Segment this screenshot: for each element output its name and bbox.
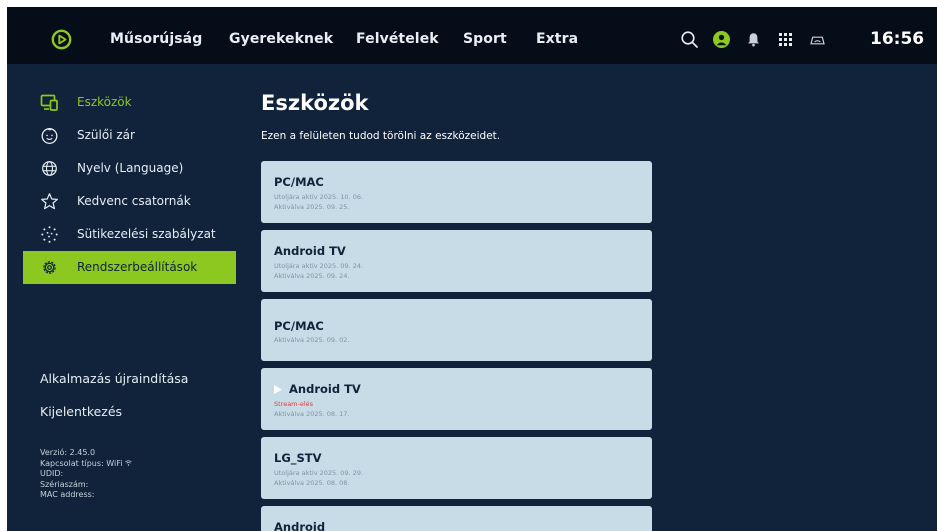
top-navigation-bar: Műsorújság Gyerekeknek Felvételek Sport … xyxy=(7,7,937,64)
nav-item-extra[interactable]: Extra xyxy=(536,31,578,47)
device-card[interactable]: Android TV Utoljára aktív 2025. 09. 24. … xyxy=(261,230,652,292)
globe-icon xyxy=(42,161,57,176)
device-activated: Aktiválva 2025. 09. 24. xyxy=(274,272,350,280)
device-name: PC/MAC xyxy=(274,175,324,189)
sidebar-item-label: Eszközök xyxy=(77,95,132,109)
nav-item-sport[interactable]: Sport xyxy=(463,31,507,47)
device-card[interactable]: PC/MAC Utoljára aktív 2025. 10. 06. Akti… xyxy=(261,161,652,223)
star-icon xyxy=(41,193,58,210)
device-card[interactable]: PC/MAC Aktiválva 2025. 09. 02. xyxy=(261,299,652,361)
play-icon xyxy=(274,385,282,394)
device-name: LG_STV xyxy=(274,451,322,465)
wifi-icon xyxy=(125,459,132,466)
tv-screen: Műsorújság Gyerekeknek Felvételek Sport … xyxy=(7,7,937,531)
sidebar-item-label: Rendszerbeállítások xyxy=(77,260,198,274)
udid-text: UDID: xyxy=(40,469,64,478)
logout-button[interactable]: Kijelentkezés xyxy=(40,404,122,419)
sidebar-item-label: Szülői zár xyxy=(77,128,135,142)
app-logo-icon[interactable] xyxy=(51,29,72,50)
device-name: Android TV xyxy=(289,382,361,396)
restart-app-button[interactable]: Alkalmazás újraindítása xyxy=(40,371,188,386)
sidebar-item-nyelv[interactable]: Nyelv (Language) xyxy=(23,152,236,185)
device-name: Android xyxy=(274,520,326,531)
clock: 16:56 xyxy=(870,29,925,49)
device-card-current[interactable]: Android TV Stream-elés Aktiválva 2025. 0… xyxy=(261,368,652,430)
nav-item-gyerekeknek[interactable]: Gyerekeknek xyxy=(229,31,333,47)
sidebar-item-eszkozok[interactable]: Eszközök xyxy=(23,86,236,119)
device-activated: Aktiválva 2025. 09. 25. xyxy=(274,203,350,211)
page-subtitle: Ezen a felületen tudod törölni az eszköz… xyxy=(261,130,501,142)
streaming-status: Stream-elés xyxy=(274,400,314,408)
device-last-active: Utoljára aktív 2025. 09. 24. xyxy=(274,262,364,270)
device-name: Android TV xyxy=(274,244,346,258)
child-face-icon xyxy=(41,128,58,144)
device-last-active: Utoljára aktív 2025. 10. 06. xyxy=(274,193,364,201)
serial-number-text: Szériaszám: xyxy=(40,479,89,489)
mac-address-text: MAC address: xyxy=(40,490,95,499)
sidebar-item-label: Nyelv (Language) xyxy=(77,161,184,175)
sidebar-item-szuloi-zar[interactable]: Szülői zár xyxy=(23,119,236,152)
device-activated: Aktiválva 2025. 08. 08. xyxy=(274,479,350,487)
connection-type-row: Kapcsolat típus: WiFi xyxy=(40,459,132,470)
sidebar-item-kedvenc-csatornak[interactable]: Kedvenc csatornák xyxy=(23,185,236,218)
cookie-icon xyxy=(41,226,58,243)
device-card[interactable]: Android xyxy=(261,506,652,531)
device-last-active: Utoljára aktív 2025. 09. 29. xyxy=(274,469,364,477)
sidebar-item-label: Kedvenc csatornák xyxy=(77,194,191,208)
devices-icon xyxy=(40,94,58,111)
sidebar-item-rendszerbeallitasok[interactable]: Rendszerbeállítások xyxy=(23,251,236,284)
bell-icon[interactable] xyxy=(744,30,763,49)
device-activated: Aktiválva 2025. 09. 02. xyxy=(274,336,350,344)
cast-icon[interactable] xyxy=(808,30,827,49)
profile-icon[interactable] xyxy=(712,30,731,49)
device-card[interactable]: LG_STV Utoljára aktív 2025. 09. 29. Akti… xyxy=(261,437,652,499)
gear-icon xyxy=(43,261,56,274)
device-name: PC/MAC xyxy=(274,319,324,333)
version-text: Verzió: 2.45.0 xyxy=(40,448,96,457)
connection-type-text: Kapcsolat típus: WiFi xyxy=(40,458,123,468)
device-info: Verzió: 2.45.0 Kapcsolat típus: WiFi UDI… xyxy=(40,448,132,501)
sidebar-item-sutikezeles[interactable]: Sütikezelési szabályzat xyxy=(23,218,236,251)
sidebar-item-label: Sütikezelési szabályzat xyxy=(77,227,216,241)
nav-item-musorujsag[interactable]: Műsorújság xyxy=(110,31,202,47)
search-icon[interactable] xyxy=(680,30,699,49)
nav-item-felvetelek[interactable]: Felvételek xyxy=(356,31,439,47)
device-activated: Aktiválva 2025. 08. 17. xyxy=(274,410,350,418)
apps-grid-icon[interactable] xyxy=(776,30,795,49)
page-title: Eszközök xyxy=(261,91,369,115)
